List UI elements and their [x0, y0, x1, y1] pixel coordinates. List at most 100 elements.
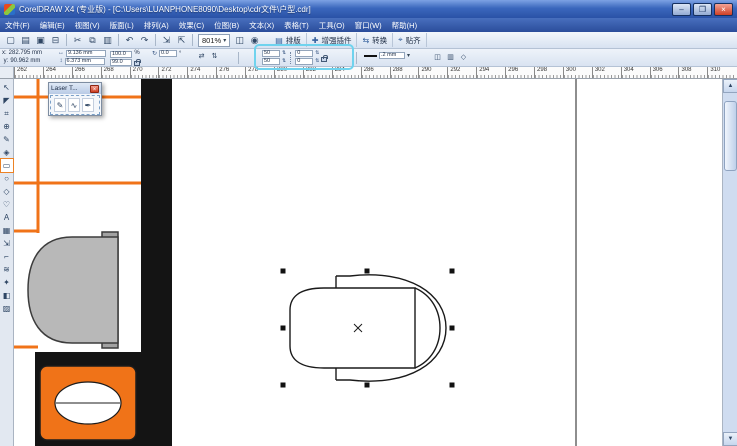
table-tool[interactable]: ▦	[1, 224, 13, 237]
cut-icon[interactable]: ✂	[70, 33, 85, 47]
smart-fill-tool[interactable]: ◈	[1, 146, 13, 159]
connector-tool[interactable]: ⌐	[1, 250, 13, 263]
spinner-icon[interactable]: ⇅	[282, 58, 286, 65]
tool-flyout-panel: Laser T... × ✎∿✒	[48, 82, 102, 116]
ruler-origin-box[interactable]	[0, 67, 14, 79]
crop-tool[interactable]: ⌗	[1, 107, 13, 120]
blend-tool[interactable]: ≋	[1, 263, 13, 276]
close-button[interactable]: ×	[714, 3, 733, 16]
toolbar-separator	[192, 34, 193, 46]
menu-file[interactable]: 文件(F)	[0, 18, 35, 32]
selection-handles[interactable]	[281, 269, 455, 388]
copy-icon[interactable]: ⧉	[85, 33, 100, 47]
menu-table[interactable]: 表格(T)	[279, 18, 314, 32]
basic-shapes-tool[interactable]: ♡	[1, 198, 13, 211]
floorplan-toilet-symbol[interactable]	[28, 232, 118, 348]
save-icon[interactable]: ▣	[33, 33, 48, 47]
typesetting-docker-button[interactable]: ▤ 排版	[270, 33, 307, 47]
paste-icon[interactable]: ▥	[100, 33, 115, 47]
import-icon[interactable]: ⇲	[159, 33, 174, 47]
scrollbar-thumb[interactable]	[724, 101, 737, 171]
scroll-up-icon[interactable]: ▲	[723, 79, 737, 93]
menu-effects[interactable]: 效果(C)	[174, 18, 209, 32]
menu-help[interactable]: 帮助(H)	[387, 18, 422, 32]
outline-tool[interactable]: ◧	[1, 289, 13, 302]
welcome-screen-icon[interactable]: ◉	[247, 33, 262, 47]
object-width-field[interactable]: 9.136 mm	[66, 50, 106, 57]
chevron-down-icon: ▾	[407, 52, 410, 59]
text-wrap-icon[interactable]: ◫	[432, 51, 443, 63]
freehand-pen-icon[interactable]: ✎	[54, 98, 66, 112]
pick-tool[interactable]: ↖	[1, 81, 13, 94]
spinner-icon[interactable]: ⇅	[282, 50, 286, 57]
fill-tool[interactable]: ▨	[1, 302, 13, 315]
round-corners-together-lock-icon[interactable]	[321, 57, 327, 62]
shape-tool[interactable]: ◤	[1, 94, 13, 107]
bezier-pen-icon[interactable]: ∿	[68, 98, 80, 112]
ruler-mark: 304	[621, 67, 650, 78]
outline-width-select[interactable]: .2 mm	[379, 52, 405, 59]
open-icon[interactable]: ▤	[18, 33, 33, 47]
ruler-mark: 280	[274, 67, 303, 78]
convert-docker-button[interactable]: ⇆ 转换	[357, 33, 393, 47]
ellipse-tool[interactable]: ○	[1, 172, 13, 185]
selected-rectangle-shape[interactable]	[290, 275, 446, 381]
scroll-down-icon[interactable]: ▼	[723, 432, 737, 446]
menu-tools[interactable]: 工具(O)	[314, 18, 350, 32]
convert-to-curves-icon[interactable]: ◇	[458, 51, 469, 63]
scale-v-field[interactable]: 99.0	[110, 59, 132, 66]
export-icon[interactable]: ⇱	[174, 33, 189, 47]
to-front-icon[interactable]: ▥	[445, 51, 456, 63]
rotation-angle-field[interactable]: 0.0	[159, 50, 177, 57]
menu-window[interactable]: 窗口(W)	[350, 18, 387, 32]
spinner-icon[interactable]: ⇅	[315, 50, 319, 57]
app-launcher-icon[interactable]: ◫	[232, 33, 247, 47]
lock-ratio-icon[interactable]	[134, 61, 140, 66]
drawing-canvas[interactable]: Laser T... × ✎∿✒	[14, 79, 722, 446]
rectangle-tool[interactable]: ▭	[1, 159, 13, 172]
text-tool[interactable]: A	[1, 211, 13, 224]
horizontal-ruler[interactable]: 2622642662682702722742762782802822842862…	[14, 67, 737, 79]
flyout-title-bar[interactable]: Laser T... ×	[49, 83, 101, 94]
corner-radius-topleft-field[interactable]: 50	[262, 50, 280, 57]
mirror-horizontal-button[interactable]: ⇄	[196, 50, 207, 62]
redo-icon[interactable]: ↷	[137, 33, 152, 47]
object-height-field[interactable]: 6.373 mm	[65, 58, 105, 65]
menu-layout[interactable]: 版面(L)	[105, 18, 139, 32]
freehand-tool[interactable]: ✎	[1, 133, 13, 146]
floorplan-stove-symbol[interactable]	[40, 366, 136, 440]
polygon-tool[interactable]: ◇	[1, 185, 13, 198]
corner-radius-bottomright-field[interactable]: 0	[295, 58, 313, 65]
print-icon[interactable]: ⊟	[48, 33, 63, 47]
spinner-icon[interactable]: ⇅	[315, 58, 319, 65]
percent-label: %	[134, 50, 139, 56]
menu-view[interactable]: 视图(V)	[70, 18, 105, 32]
menu-arrange[interactable]: 排列(A)	[139, 18, 174, 32]
menu-edit[interactable]: 编辑(E)	[35, 18, 70, 32]
corner-radius-topright-field[interactable]: 0	[295, 50, 313, 57]
zoom-tool[interactable]: ⊕	[1, 120, 13, 133]
scale-h-field[interactable]: 100.0	[110, 51, 132, 58]
plugins-docker-button[interactable]: ✚ 增强插件	[307, 33, 358, 47]
ruler-mark: 298	[534, 67, 563, 78]
minimize-button[interactable]: –	[672, 3, 691, 16]
snap-docker-button[interactable]: ⌖ 贴齐	[393, 33, 427, 47]
zoom-level-combo[interactable]: 801% ▾	[198, 34, 230, 47]
docker-button-icon: ⌖	[398, 35, 403, 45]
menu-bitmaps[interactable]: 位图(B)	[209, 18, 244, 32]
maximize-button[interactable]: ❐	[693, 3, 712, 16]
vertical-scrollbar[interactable]: ▲ ▼	[722, 79, 737, 446]
corner-radius-bottomleft-field[interactable]: 50	[262, 58, 280, 65]
artistic-media-icon[interactable]: ✒	[82, 98, 94, 112]
menu-text[interactable]: 文本(X)	[244, 18, 279, 32]
eyedropper-tool[interactable]: ✦	[1, 276, 13, 289]
ruler-mark: 292	[447, 67, 476, 78]
new-icon[interactable]: ▢	[3, 33, 18, 47]
ruler-mark: 290	[418, 67, 447, 78]
mirror-vertical-button[interactable]: ⇅	[209, 50, 220, 62]
undo-icon[interactable]: ↶	[122, 33, 137, 47]
toolbox: ↖◤⌗⊕✎◈▭○◇♡A▦⇲⌐≋✦◧▨	[0, 79, 14, 446]
flyout-close-icon[interactable]: ×	[90, 85, 99, 93]
dimension-tool[interactable]: ⇲	[1, 237, 13, 250]
ruler-mark: 310	[707, 67, 736, 78]
